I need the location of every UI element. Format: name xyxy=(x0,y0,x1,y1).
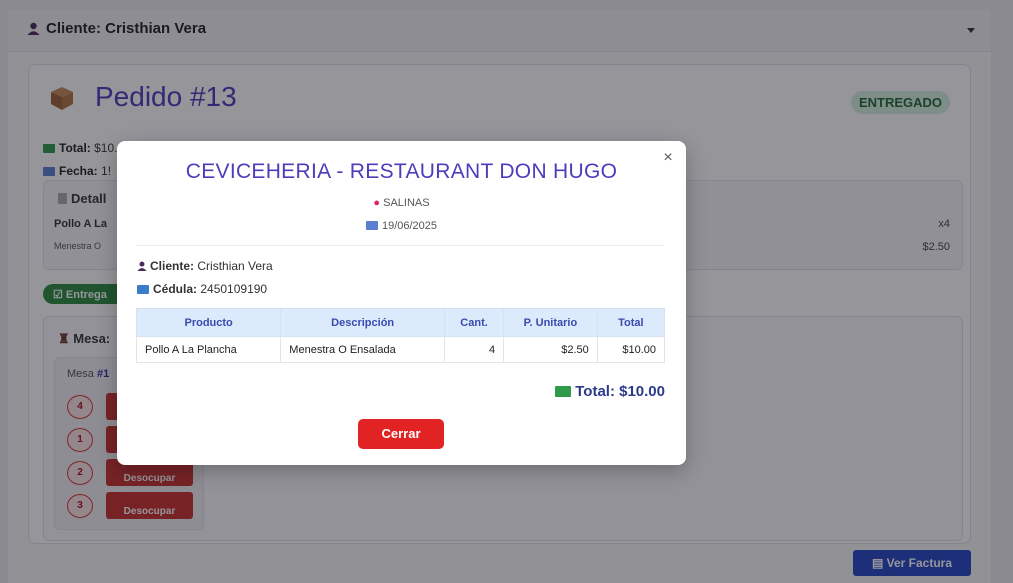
header-descripcion: Descripción xyxy=(280,308,446,337)
header-precio-unitario: P. Unitario xyxy=(503,308,598,337)
cell-product: Pollo A La Plancha xyxy=(135,336,282,363)
invoice-modal: × CEVICEHERIA - RESTAURANT DON HUGO ● SA… xyxy=(117,141,686,465)
cell-description: Menestra O Ensalada xyxy=(280,336,446,363)
id-card-icon xyxy=(137,285,149,294)
user-icon xyxy=(137,261,147,271)
restaurant-location: ● SALINAS xyxy=(373,197,430,209)
cell-unit-price: $2.50 xyxy=(503,336,598,363)
header-total: Total xyxy=(596,308,666,337)
table-header-row: Producto Descripción Cant. P. Unitario T… xyxy=(135,308,666,337)
divider xyxy=(136,245,664,246)
header-producto: Producto xyxy=(135,308,282,337)
map-pin-icon: ● xyxy=(373,197,381,209)
table-row: Pollo A La Plancha Menestra O Ensalada 4… xyxy=(135,336,666,363)
invoice-date: 19/06/2025 xyxy=(117,220,686,232)
cell-quantity: 4 xyxy=(444,336,505,363)
invoice-client: Cliente: Cristhian Vera xyxy=(137,259,273,273)
close-button[interactable]: Cerrar xyxy=(358,419,444,449)
money-icon xyxy=(555,386,572,397)
invoice-id-number: Cédula: 2450109190 xyxy=(137,282,267,296)
calendar-icon xyxy=(365,221,378,230)
invoice-table: Producto Descripción Cant. P. Unitario T… xyxy=(135,308,666,363)
header-cantidad: Cant. xyxy=(444,308,505,337)
restaurant-name: CEVICEHERIA - RESTAURANT DON HUGO xyxy=(185,160,618,183)
cell-total: $10.00 xyxy=(596,336,666,363)
invoice-total: Total: $10.00 xyxy=(555,383,665,400)
